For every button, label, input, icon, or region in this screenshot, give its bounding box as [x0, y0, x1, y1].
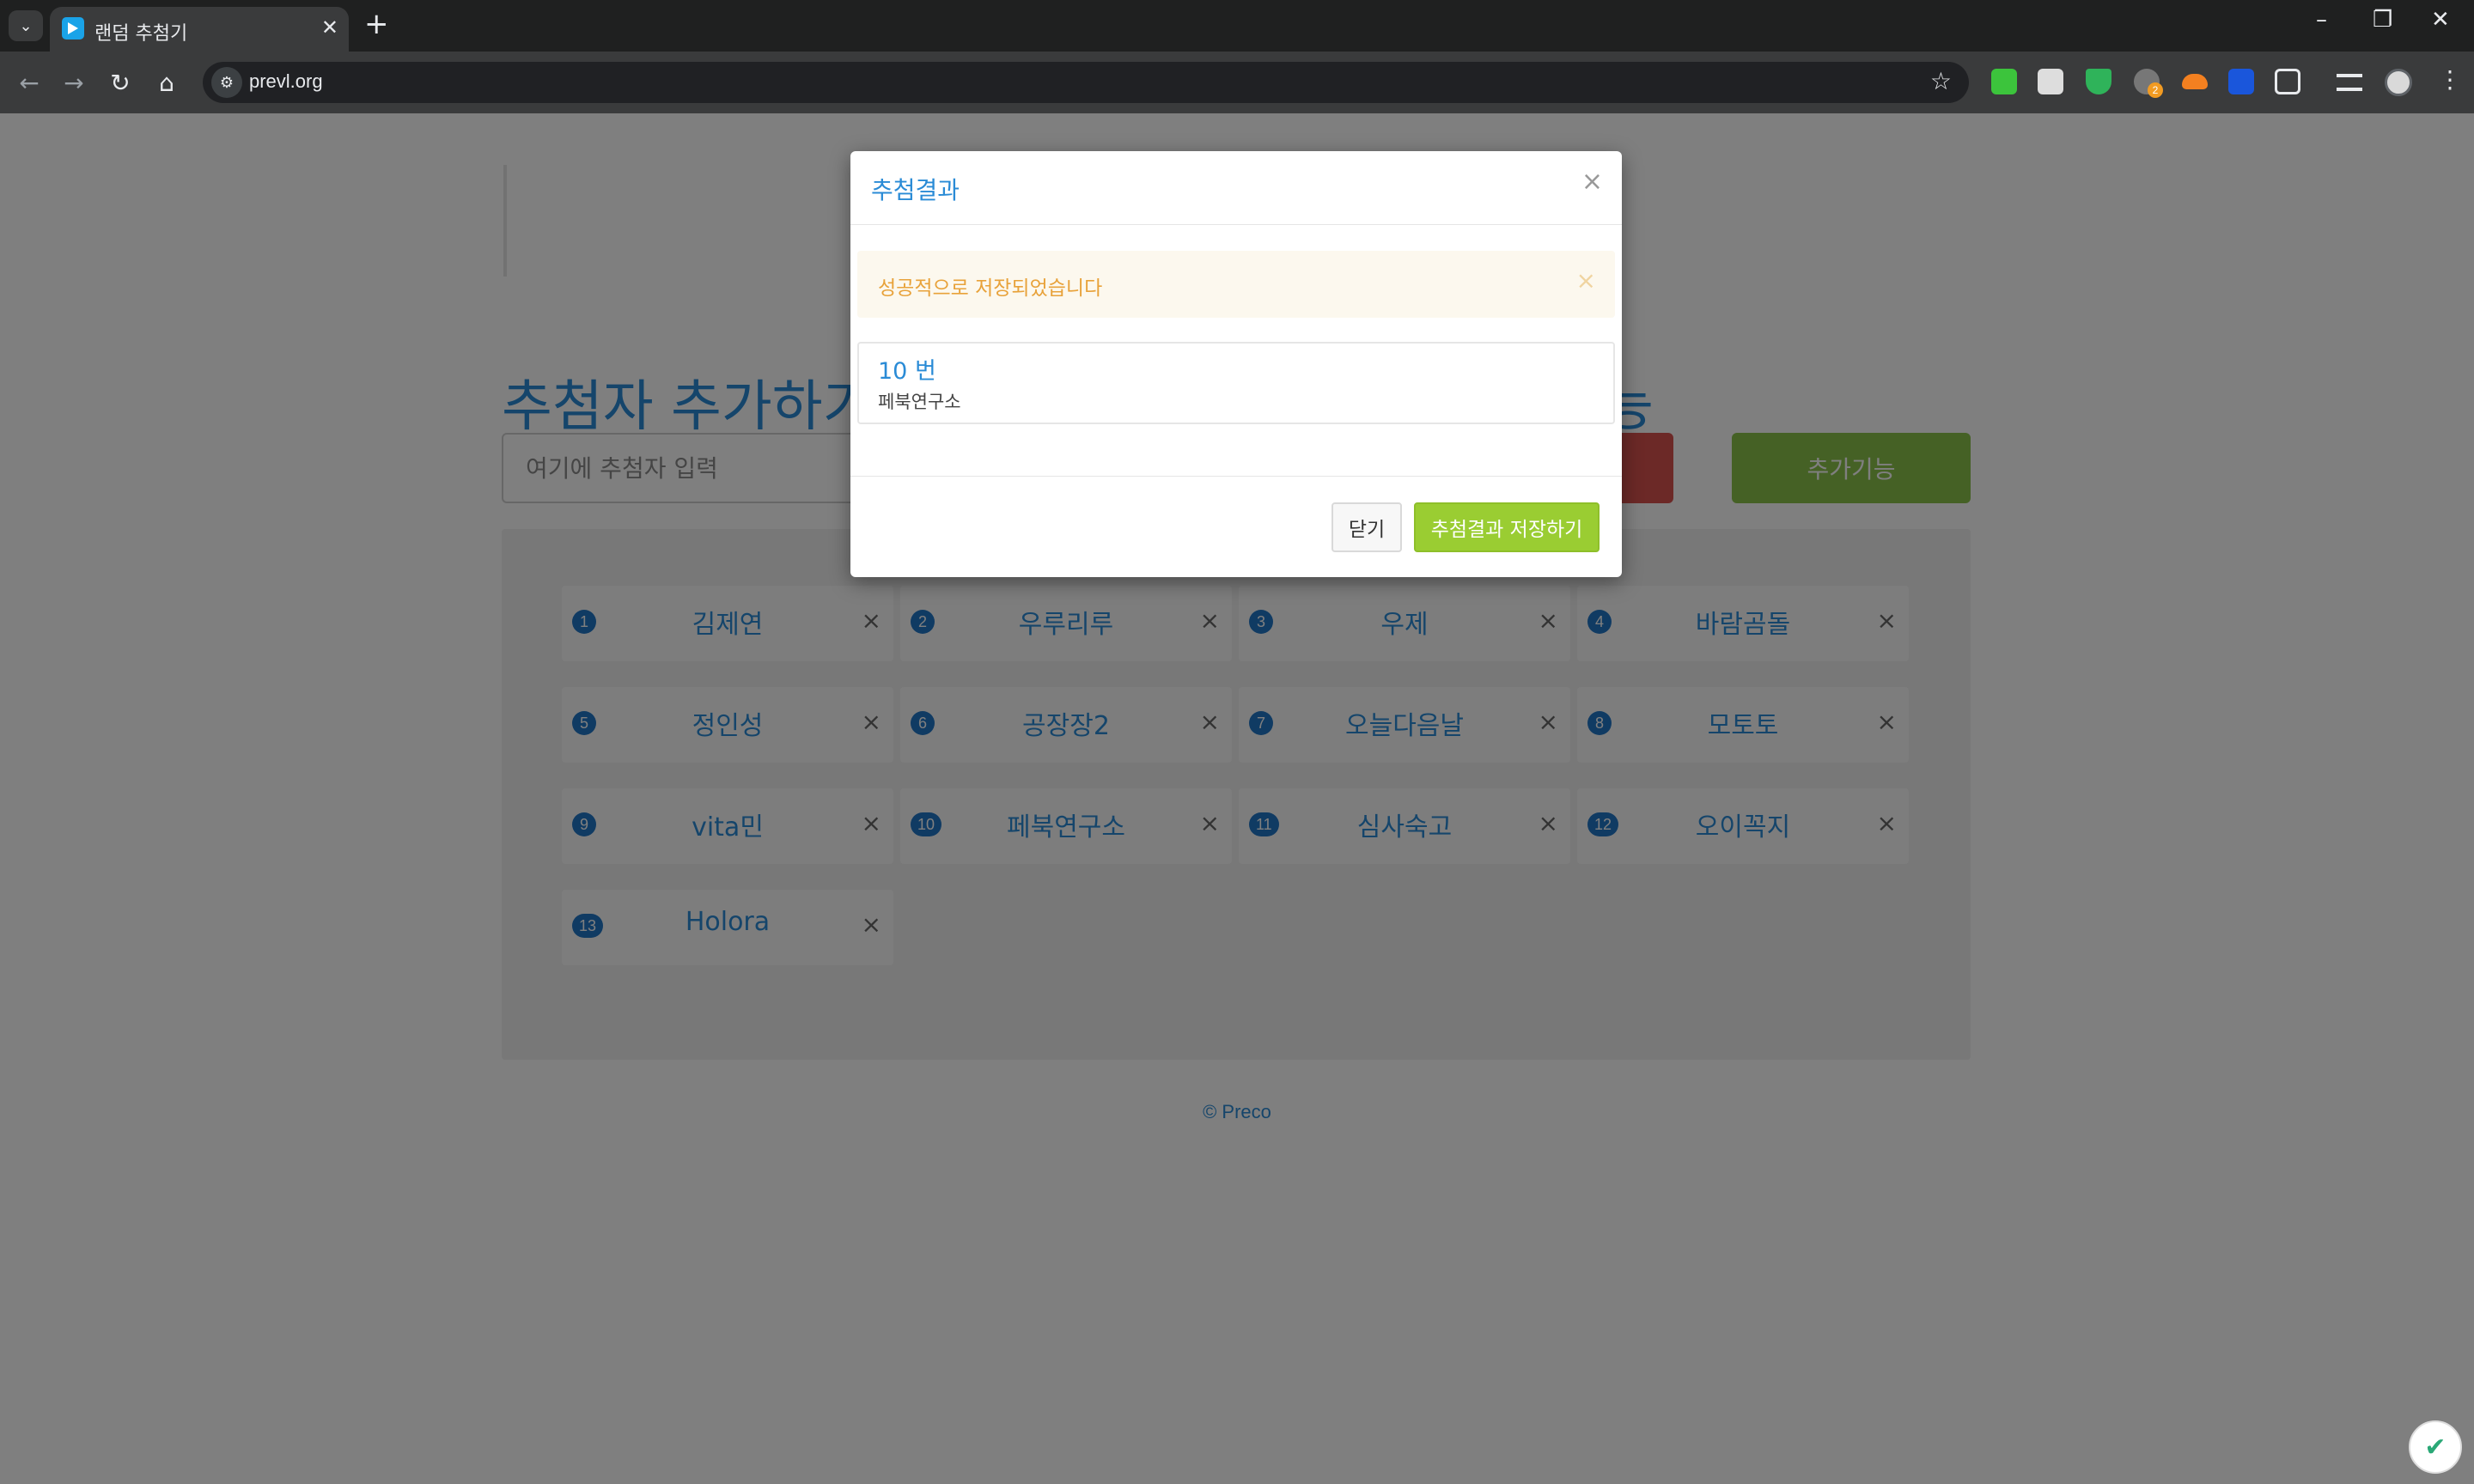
back-button[interactable]: ←	[12, 65, 46, 100]
result-card: 10 번 페북연구소	[857, 342, 1615, 424]
new-tab-button[interactable]: +	[364, 9, 389, 40]
bookmark-star-icon[interactable]: ☆	[1930, 67, 1952, 95]
tab-search-button[interactable]: ⌄	[9, 10, 43, 41]
security-shield-icon[interactable]: ✔	[2409, 1420, 2462, 1474]
home-button[interactable]: ⌂	[149, 65, 184, 100]
reading-list-icon[interactable]	[2337, 74, 2362, 91]
success-alert: 성공적으로 저장되었습니다 ×	[857, 251, 1615, 318]
browser-menu-icon[interactable]: ⋮	[2438, 65, 2462, 94]
tab-title: 랜덤 추첨기	[94, 23, 188, 45]
restore-icon[interactable]: ❐	[2373, 7, 2392, 33]
save-result-button[interactable]: 추첨결과 저장하기	[1414, 502, 1600, 552]
url-text[interactable]: prevl.org	[249, 70, 323, 93]
alert-message: 성공적으로 저장되었습니다	[878, 277, 1103, 300]
download-extension-icon[interactable]	[2228, 69, 2254, 94]
extension-icon[interactable]	[2038, 69, 2063, 94]
forward-button[interactable]: →	[57, 65, 91, 100]
extensions-puzzle-icon[interactable]	[2275, 69, 2300, 94]
site-info-icon[interactable]: ⚙	[211, 67, 242, 98]
result-modal: 추첨결과 × 성공적으로 저장되었습니다 × 10 번 페북연구소 닫기 추첨결…	[850, 151, 1622, 577]
result-name: 페북연구소	[878, 392, 961, 412]
reload-button[interactable]: ↻	[103, 65, 137, 100]
address-bar[interactable]: ⚙ prevl.org ☆	[203, 62, 1969, 103]
browser-toolbar: ← → ↻ ⌂ ⚙ prevl.org ☆ 2 ⋮	[0, 52, 2474, 113]
browser-tab[interactable]: 랜덤 추첨기 ✕	[50, 7, 349, 52]
extension-badge: 2	[2148, 82, 2163, 98]
modal-header: 추첨결과 ×	[850, 151, 1622, 225]
modal-title: 추첨결과	[871, 176, 960, 204]
modal-close-icon[interactable]: ×	[1581, 167, 1603, 197]
result-number: 10 번	[878, 358, 936, 385]
browser-tab-bar: ⌄ 랜덤 추첨기 ✕ + – ❐ ✕	[0, 0, 2474, 52]
cloud-extension-icon[interactable]	[2182, 74, 2208, 89]
chevron-down-icon: ⌄	[19, 16, 33, 35]
minimize-icon[interactable]: –	[2316, 7, 2327, 33]
alert-close-icon[interactable]: ×	[1576, 266, 1596, 295]
extension-icon[interactable]	[1991, 69, 2017, 94]
shield-extension-icon[interactable]	[2086, 69, 2111, 94]
tab-close-icon[interactable]: ✕	[321, 15, 338, 40]
site-favicon-icon	[62, 17, 84, 40]
window-close-icon[interactable]: ✕	[2431, 7, 2450, 33]
close-button[interactable]: 닫기	[1331, 502, 1402, 552]
profile-avatar[interactable]	[2385, 69, 2412, 96]
modal-footer: 닫기 추첨결과 저장하기	[850, 476, 1622, 577]
